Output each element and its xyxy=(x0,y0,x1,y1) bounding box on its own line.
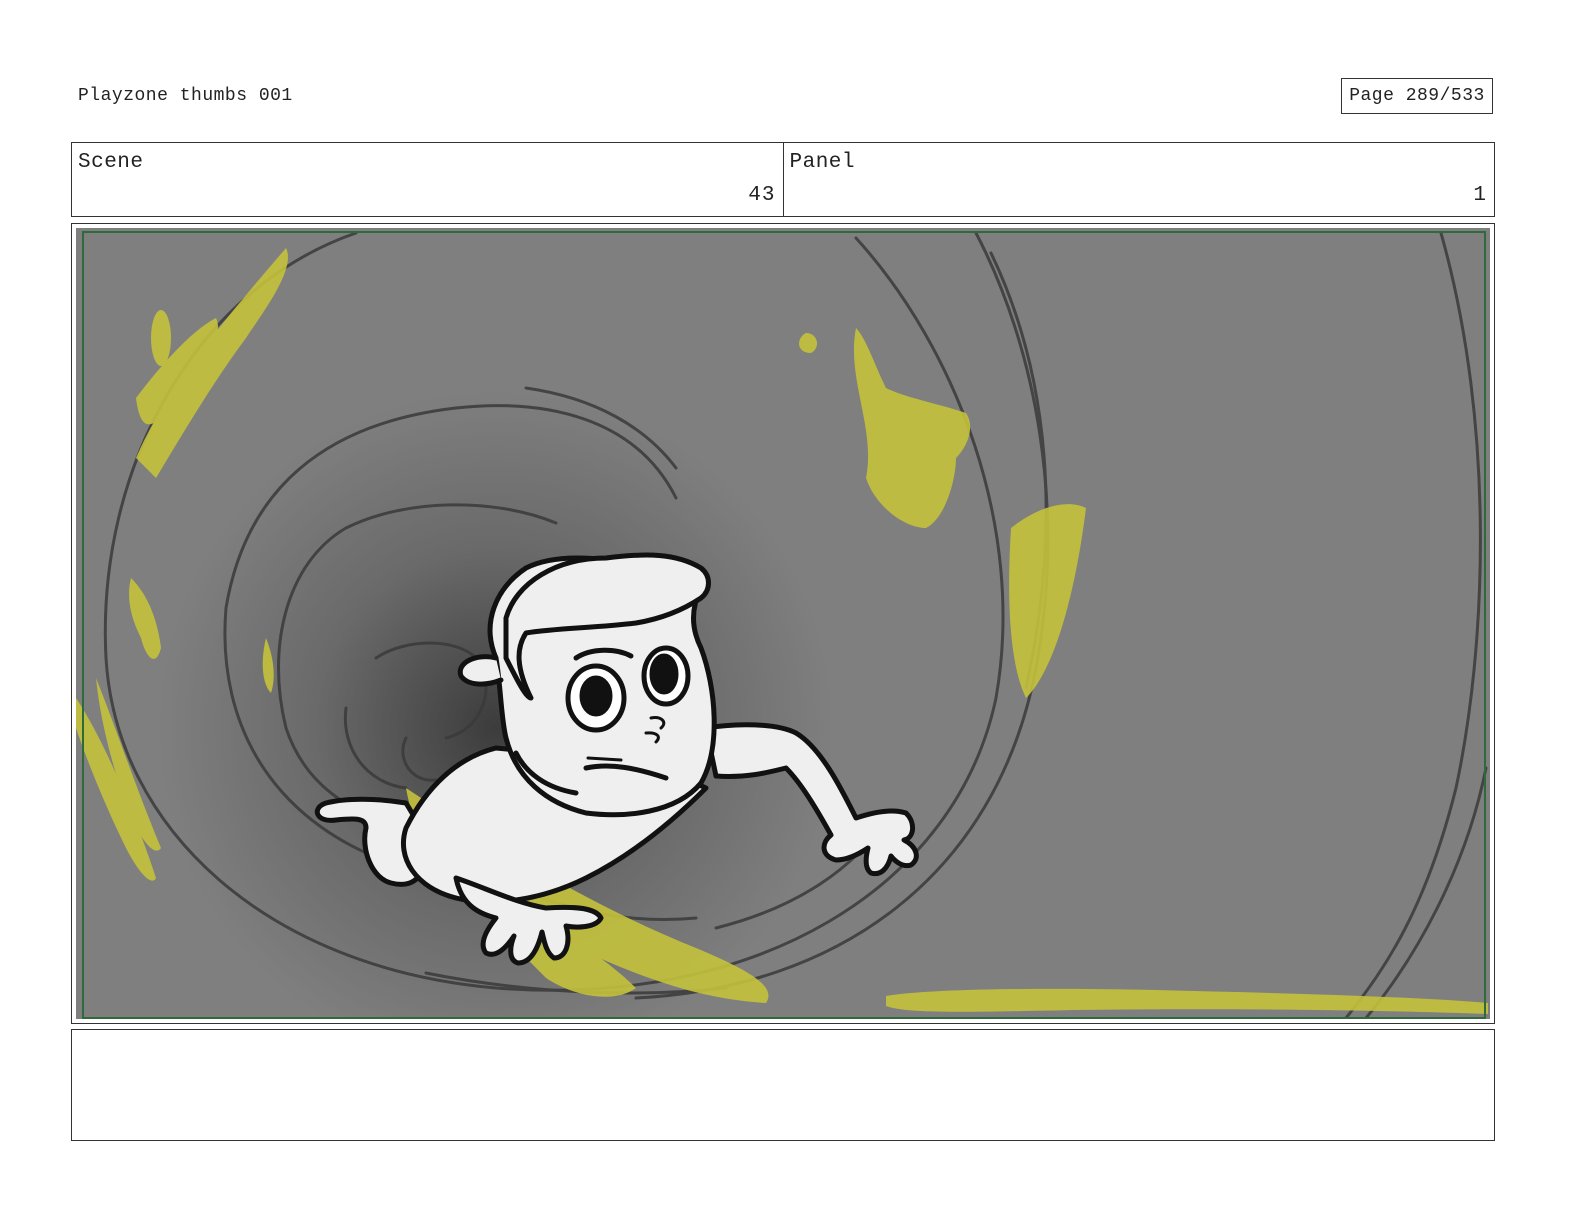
scene-cell: Scene 43 xyxy=(72,143,783,216)
panel-cell: Panel 1 xyxy=(782,143,1495,216)
page-counter: Page 289/533 xyxy=(1341,78,1493,114)
document-title: Playzone thumbs 001 xyxy=(78,86,293,106)
scene-label: Scene xyxy=(78,151,144,174)
panel-number: 1 xyxy=(1473,184,1487,207)
scene-number: 43 xyxy=(748,184,776,207)
scene-panel-info-row: Scene 43 Panel 1 xyxy=(71,142,1495,217)
panel-label: Panel xyxy=(789,151,856,174)
tunnel-background xyxy=(76,228,1490,1019)
storyboard-drawing xyxy=(76,228,1490,1019)
storyboard-panel-frame xyxy=(71,223,1495,1024)
panel-notes-box xyxy=(71,1029,1495,1141)
